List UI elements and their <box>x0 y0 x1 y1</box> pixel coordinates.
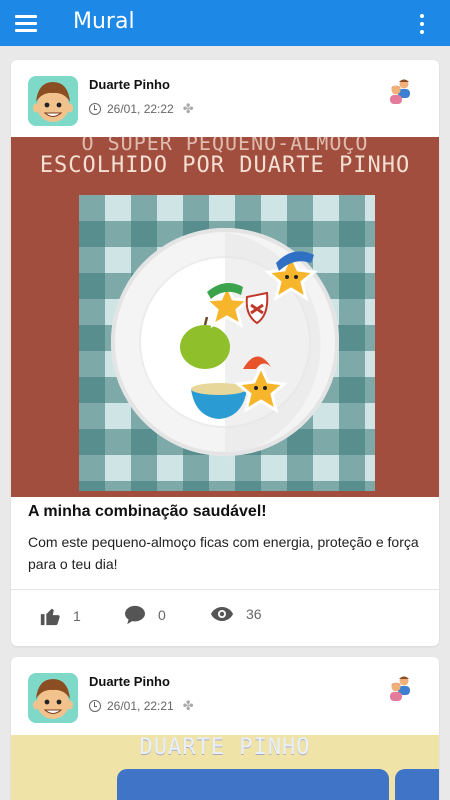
comment-count: 0 <box>158 607 166 623</box>
page-title: Mural <box>73 9 135 34</box>
puzzle-icon: ✤ <box>182 101 194 116</box>
tray-illustration <box>395 769 439 800</box>
post-title: A minha combinação saudável! <box>28 503 267 520</box>
clock-icon <box>89 700 101 712</box>
post-timestamp: 26/01, 22:22 <box>107 102 174 116</box>
tray-illustration <box>117 769 389 800</box>
share-users-icon[interactable] <box>387 78 417 104</box>
like-count: 1 <box>73 608 81 624</box>
more-vert-icon[interactable] <box>414 12 430 36</box>
avatar[interactable] <box>28 673 78 723</box>
breakfast-illustration <box>180 232 321 457</box>
post-image[interactable]: DUARTE PINHO <box>11 735 439 800</box>
divider <box>11 589 439 590</box>
share-users-icon[interactable] <box>387 675 417 701</box>
post-actions: 1 0 36 <box>11 605 439 635</box>
post-image[interactable]: O SUPER PEQUENO-ALMOÇO ESCOLHIDO POR DUA… <box>11 137 439 497</box>
post-meta: 26/01, 22:22 ✤ <box>89 101 194 117</box>
app-bar: Mural <box>0 0 450 46</box>
eye-icon <box>211 607 233 621</box>
post-card[interactable]: Duarte Pinho 26/01, 22:21 ✤ DUARTE PINHO <box>11 657 439 800</box>
comment-button[interactable]: 0 <box>124 605 166 625</box>
image-caption-line2: DUARTE PINHO <box>139 735 311 760</box>
comment-icon <box>125 605 145 625</box>
thumbs-up-icon <box>40 608 60 626</box>
like-button[interactable]: 1 <box>39 605 81 627</box>
post-text: Com este pequeno-almoço ficas com energi… <box>28 534 419 572</box>
post-meta: 26/01, 22:21 ✤ <box>89 698 194 714</box>
post-timestamp: 26/01, 22:21 <box>107 699 174 713</box>
views-indicator: 36 <box>210 605 262 623</box>
clock-icon <box>89 103 101 115</box>
post-author[interactable]: Duarte Pinho <box>89 674 170 689</box>
post-card[interactable]: Duarte Pinho 26/01, 22:22 ✤ O SUPER PEQU… <box>11 60 439 646</box>
avatar[interactable] <box>28 76 78 126</box>
menu-icon[interactable] <box>15 12 39 34</box>
view-count: 36 <box>246 606 262 622</box>
puzzle-icon: ✤ <box>182 698 194 713</box>
post-author[interactable]: Duarte Pinho <box>89 77 170 92</box>
